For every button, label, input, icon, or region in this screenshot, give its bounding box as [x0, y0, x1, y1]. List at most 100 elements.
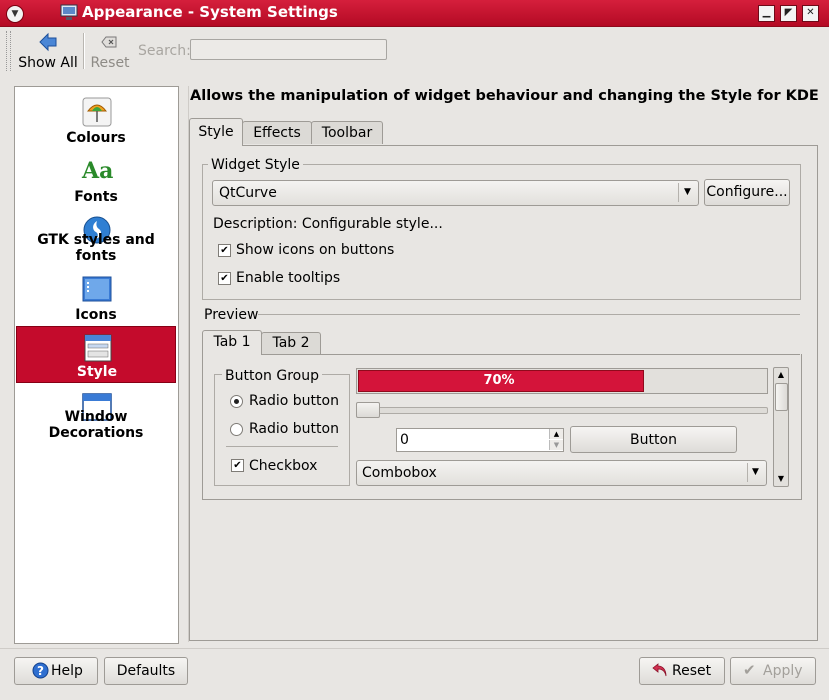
tab-panel-top-border	[242, 145, 817, 146]
defaults-label: Defaults	[116, 663, 176, 679]
system-settings-icon	[60, 4, 78, 20]
tab-style[interactable]: Style	[189, 118, 243, 147]
spinbox-value: 0	[400, 432, 409, 448]
checkbox[interactable]: ✔	[231, 459, 244, 472]
spin-down-icon[interactable]: ▼	[549, 440, 563, 450]
show-icons-label: Show icons on buttons	[236, 242, 395, 258]
reset-label: Reset	[672, 663, 712, 679]
sidebar-item-label: GTK styles and fonts	[37, 232, 155, 264]
configure-label: Configure...	[706, 184, 788, 200]
reset-button[interactable]: Reset	[639, 657, 725, 685]
svg-text:?: ?	[37, 664, 44, 678]
preview-separator	[258, 314, 800, 315]
undo-icon	[652, 663, 667, 677]
tab-2[interactable]: Tab 2	[261, 332, 321, 354]
sidebar-item-label: Window Decorations	[48, 409, 144, 441]
tab-label: Style	[198, 124, 234, 140]
sidebar-item-colours[interactable]: Colours	[16, 91, 176, 148]
search-input[interactable]	[190, 39, 387, 60]
button-group-separator	[226, 446, 338, 447]
fonts-icon: Aa	[82, 158, 114, 184]
sidebar-item-fonts[interactable]: Aa Fonts	[16, 150, 176, 207]
reset-toolbar-label: Reset	[90, 55, 130, 71]
enable-tooltips-checkbox[interactable]: ✔	[218, 272, 231, 285]
sidebar-item-label: Fonts	[74, 189, 118, 205]
sidebar-item-label: Style	[76, 364, 118, 380]
tab-toolbar[interactable]: Toolbar	[311, 121, 383, 144]
preview-button[interactable]: Button	[570, 426, 737, 453]
help-button[interactable]: ? Help	[14, 657, 98, 685]
style-icon	[84, 334, 112, 362]
slider-handle[interactable]	[356, 402, 380, 418]
reset-toolbar-button[interactable]: Reset	[88, 31, 132, 71]
button-group-label: Button Group	[222, 368, 322, 384]
sidebar-item-gtk[interactable]: GTK styles and fonts	[16, 209, 176, 266]
tab-label: Tab 2	[272, 335, 310, 351]
toolbar: Show All Reset Search:	[0, 27, 829, 73]
widget-style-combobox[interactable]: QtCurve ▼	[212, 180, 699, 206]
search-label: Search:	[138, 43, 191, 59]
colours-icon	[82, 97, 112, 127]
minimize-icon[interactable]: ▁	[758, 5, 775, 22]
scroll-down-icon[interactable]: ▼	[774, 472, 788, 485]
apply-check-icon: ✔	[743, 661, 756, 679]
defaults-button[interactable]: Defaults	[104, 657, 188, 685]
checkbox-label: Checkbox	[249, 458, 318, 474]
footer-separator	[0, 648, 829, 649]
help-icon: ?	[32, 662, 49, 679]
style-description: Description: Configurable style...	[213, 216, 443, 232]
combo-divider	[678, 183, 679, 202]
sidebar-item-label: Icons	[75, 307, 117, 323]
sidebar: Colours Aa Fonts GTK styles and fonts Ic…	[14, 86, 179, 644]
preview-button-label: Button	[630, 432, 677, 448]
maximize-icon[interactable]: ◤	[780, 5, 797, 22]
preview-combobox[interactable]: Combobox ▼	[356, 460, 767, 486]
scrollbar-thumb[interactable]	[775, 383, 788, 411]
widget-style-group-label: Widget Style	[208, 157, 303, 173]
show-all-label: Show All	[18, 55, 78, 71]
sidebar-item-style[interactable]: Style	[16, 326, 176, 383]
back-arrow-icon	[39, 32, 57, 52]
enable-tooltips-label: Enable tooltips	[236, 270, 341, 286]
preview-label: Preview	[204, 307, 259, 323]
progress-text: 70%	[483, 373, 515, 388]
radio-button-2[interactable]	[230, 423, 243, 436]
tab-label: Effects	[253, 125, 301, 141]
toolbar-handle[interactable]	[6, 31, 11, 71]
slider-track[interactable]	[356, 407, 768, 414]
tab-label: Tab 1	[213, 334, 251, 350]
window-title: Appearance - System Settings	[82, 3, 338, 21]
radio-button-1[interactable]	[230, 395, 243, 408]
sidebar-item-window-decorations[interactable]: Window Decorations	[16, 386, 176, 443]
toolbar-separator	[83, 33, 85, 69]
help-label: Help	[51, 663, 83, 679]
combo-divider	[747, 463, 748, 482]
preview-tab-border	[261, 354, 800, 355]
apply-button[interactable]: ✔ Apply	[730, 657, 816, 685]
tab-effects[interactable]: Effects	[242, 121, 312, 144]
spinbox[interactable]: 0 ▲ ▼	[396, 428, 564, 452]
scroll-up-icon[interactable]: ▲	[774, 368, 788, 381]
widget-style-value: QtCurve	[219, 185, 277, 201]
chevron-down-icon: ▼	[684, 187, 691, 197]
progress-bar: 70%	[356, 368, 768, 394]
title-bar[interactable]: ▼ Appearance - System Settings ▁ ◤ ✕	[0, 0, 829, 27]
show-all-button[interactable]: Show All	[16, 31, 80, 71]
apply-label: Apply	[763, 663, 803, 679]
chevron-down-icon: ▼	[752, 467, 759, 477]
sidebar-item-label: Colours	[66, 130, 126, 146]
window-menu-icon[interactable]: ▼	[6, 5, 24, 23]
spin-up-icon[interactable]: ▲	[549, 429, 563, 439]
combobox-value: Combobox	[362, 465, 437, 481]
icons-icon	[82, 276, 112, 302]
tab-1[interactable]: Tab 1	[202, 330, 262, 355]
close-icon[interactable]: ✕	[802, 5, 819, 22]
clear-icon	[101, 36, 117, 48]
configure-button[interactable]: Configure...	[704, 179, 790, 206]
preview-scrollbar[interactable]: ▲ ▼	[773, 367, 789, 487]
tab-label: Toolbar	[321, 125, 373, 141]
radio-button-2-label: Radio button	[249, 421, 339, 437]
radio-button-1-label: Radio button	[249, 393, 339, 409]
show-icons-checkbox[interactable]: ✔	[218, 244, 231, 257]
sidebar-item-icons[interactable]: Icons	[16, 268, 176, 325]
